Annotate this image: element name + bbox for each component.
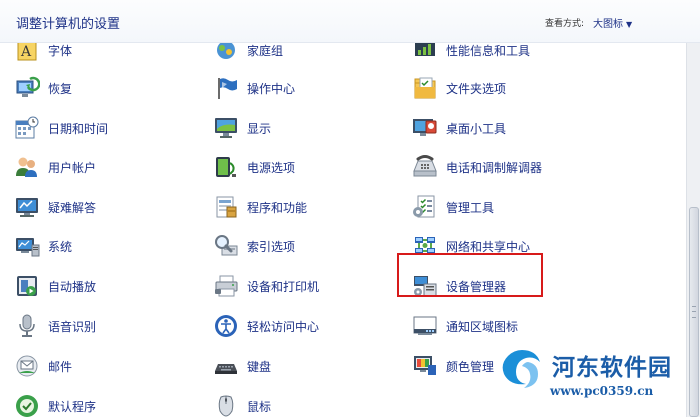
item-label: 桌面小工具 (446, 121, 507, 136)
devices-printers-icon (213, 273, 239, 299)
item-label: 文件夹选项 (446, 81, 507, 96)
item-label: 用户帐户 (48, 160, 97, 175)
item-label: 自动播放 (48, 279, 97, 294)
indexing-options-icon (213, 233, 239, 259)
administrative-tools-icon (412, 194, 438, 220)
item-color-management[interactable]: 颜色管理 (412, 350, 494, 382)
item-autoplay[interactable]: 自动播放 (14, 270, 96, 302)
view-by-value: 大图标 (593, 19, 623, 30)
item-date-time[interactable]: 日期和时间 (14, 112, 108, 144)
speech-recognition-icon (14, 313, 40, 339)
item-label: 疑难解答 (48, 200, 97, 215)
item-label: 系统 (48, 239, 73, 254)
item-label: 恢复 (48, 81, 73, 96)
item-label: 操作中心 (247, 81, 296, 96)
item-label: 管理工具 (446, 200, 495, 215)
mail-icon (14, 353, 40, 379)
item-devices-printers[interactable]: 设备和打印机 (213, 270, 319, 302)
item-phone-modem[interactable]: 电话和调制解调器 (412, 151, 542, 183)
color-management-icon (412, 353, 438, 379)
item-recovery[interactable]: 恢复 (14, 72, 72, 104)
power-options-icon (213, 154, 239, 180)
item-programs-features[interactable]: 程序和功能 (213, 191, 307, 223)
device-manager-icon (412, 273, 438, 299)
recovery-icon (14, 75, 40, 101)
svg-text:A: A (20, 44, 32, 60)
item-label: 显示 (247, 121, 272, 136)
item-troubleshooting[interactable]: 疑难解答 (14, 191, 96, 223)
item-device-manager[interactable]: 设备管理器 (412, 270, 506, 302)
item-label: 家庭组 (247, 43, 284, 58)
control-panel-items: A 字体 家庭组 性能信息和工具 恢复 操作中心 文件夹选项 日期和时间 显示 … (0, 30, 686, 417)
item-label: 设备管理器 (446, 279, 507, 294)
ease-of-access-icon (213, 313, 239, 339)
item-label: 电源选项 (247, 160, 296, 175)
item-label: 鼠标 (247, 399, 272, 414)
item-label: 程序和功能 (247, 200, 308, 215)
troubleshooting-icon (14, 194, 40, 220)
item-label: 颜色管理 (446, 359, 495, 374)
vertical-scrollbar[interactable] (686, 42, 700, 417)
item-mouse[interactable]: 鼠标 (213, 390, 271, 417)
item-label: 语音识别 (48, 319, 97, 334)
action-center-flag-icon (213, 75, 239, 101)
network-sharing-icon (412, 233, 438, 259)
mouse-icon (213, 393, 239, 417)
grip-icon (692, 306, 696, 318)
item-label: 默认程序 (48, 399, 97, 414)
page-title: 调整计算机的设置 (16, 17, 121, 32)
date-time-icon (14, 115, 40, 141)
view-by-label: 查看方式: (545, 19, 585, 29)
item-ease-of-access[interactable]: 轻松访问中心 (213, 310, 319, 342)
item-label: 通知区域图标 (446, 319, 519, 334)
chevron-down-icon: ▼ (626, 20, 633, 29)
panel-header: 调整计算机的设置 查看方式: 大图标 ▼ (0, 0, 700, 43)
item-label: 电话和调制解调器 (446, 160, 543, 175)
item-administrative-tools[interactable]: 管理工具 (412, 191, 494, 223)
item-speech-recognition[interactable]: 语音识别 (14, 310, 96, 342)
system-icon (14, 233, 40, 259)
item-notification-area-icons[interactable]: 通知区域图标 (412, 310, 518, 342)
autoplay-icon (14, 273, 40, 299)
item-network-sharing-center[interactable]: 网络和共享中心 (412, 230, 530, 262)
scrollbar-thumb[interactable] (689, 207, 699, 417)
folder-options-icon (412, 75, 438, 101)
item-keyboard[interactable]: 键盘 (213, 350, 271, 382)
notification-area-icon (412, 313, 438, 339)
control-panel-window: A 字体 家庭组 性能信息和工具 恢复 操作中心 文件夹选项 日期和时间 显示 … (0, 0, 700, 417)
item-mail[interactable]: 邮件 (14, 350, 72, 382)
programs-features-icon (213, 194, 239, 220)
view-by-dropdown[interactable]: 大图标 ▼ (593, 15, 632, 30)
item-default-programs[interactable]: 默认程序 (14, 390, 96, 417)
item-power-options[interactable]: 电源选项 (213, 151, 295, 183)
item-desktop-gadgets[interactable]: 桌面小工具 (412, 112, 506, 144)
item-label: 索引选项 (247, 239, 296, 254)
display-monitor-icon (213, 115, 239, 141)
item-label: 网络和共享中心 (446, 239, 531, 254)
item-display[interactable]: 显示 (213, 112, 271, 144)
item-label: 字体 (48, 43, 73, 58)
item-label: 设备和打印机 (247, 279, 320, 294)
default-programs-icon (14, 393, 40, 417)
item-label: 性能信息和工具 (446, 43, 531, 58)
item-label: 轻松访问中心 (247, 319, 320, 334)
item-action-center[interactable]: 操作中心 (213, 72, 295, 104)
keyboard-icon (213, 353, 239, 379)
item-label: 日期和时间 (48, 121, 109, 136)
user-accounts-icon (14, 154, 40, 180)
desktop-gadgets-icon (412, 115, 438, 141)
item-label: 邮件 (48, 359, 73, 374)
item-indexing-options[interactable]: 索引选项 (213, 230, 295, 262)
phone-modem-icon (412, 154, 438, 180)
item-folder-options[interactable]: 文件夹选项 (412, 72, 506, 104)
item-user-accounts[interactable]: 用户帐户 (14, 151, 96, 183)
item-label: 键盘 (247, 359, 272, 374)
item-system[interactable]: 系统 (14, 230, 72, 262)
